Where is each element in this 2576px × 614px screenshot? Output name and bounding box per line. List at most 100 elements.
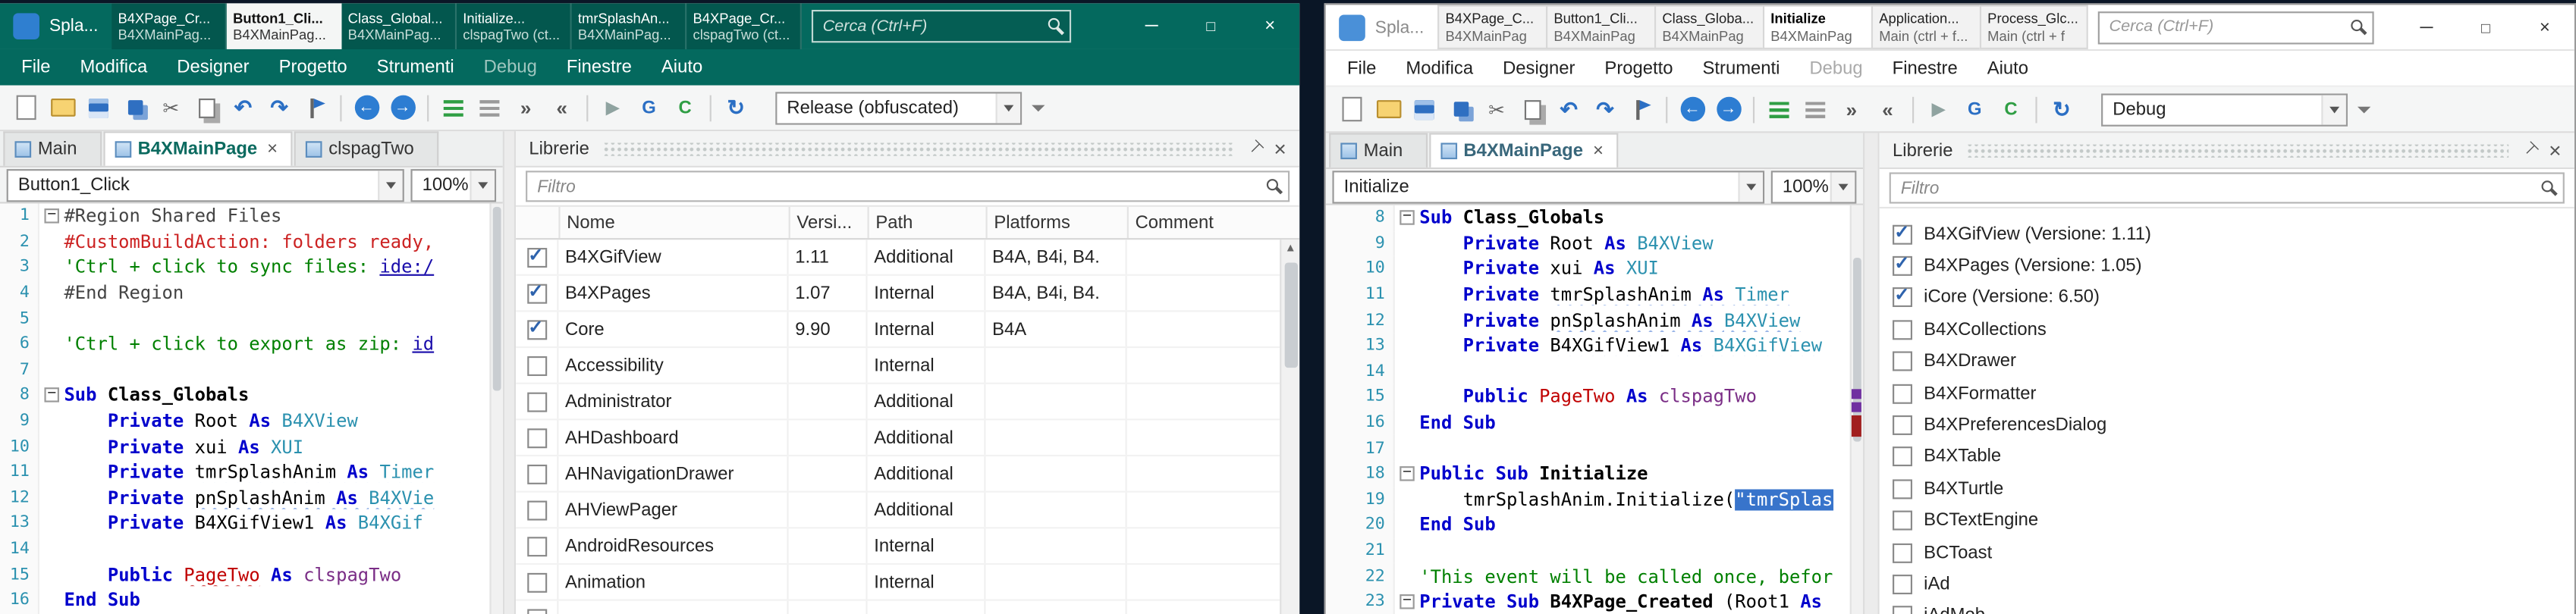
- library-checkbox[interactable]: [1893, 479, 1912, 499]
- bookmark-tab[interactable]: B4XPage_C... B4XMainPag: [1437, 5, 1546, 49]
- close-panel-icon[interactable]: ×: [1274, 138, 1286, 159]
- redo-icon[interactable]: [1588, 92, 1621, 125]
- scrollbar-thumb[interactable]: [493, 207, 501, 391]
- code-editor[interactable]: 1 #Region Shared Files 2 #CustomBuildAct…: [0, 204, 503, 614]
- menu-item[interactable]: Strumenti: [1688, 50, 1795, 86]
- library-checkbox[interactable]: [526, 392, 546, 412]
- undo-icon[interactable]: [227, 91, 259, 124]
- run-icon[interactable]: [1922, 92, 1955, 125]
- library-item[interactable]: B4XFormatter: [1893, 377, 2574, 409]
- library-row[interactable]: Accessibility Internal: [516, 348, 1280, 384]
- bookmark-icon[interactable]: [299, 91, 331, 124]
- menu-item[interactable]: File: [1332, 50, 1390, 86]
- library-row[interactable]: B4XGifView 1.11 Additional B4A, B4i, B4.: [516, 240, 1280, 276]
- close-tab-icon[interactable]: ×: [1593, 141, 1604, 161]
- library-checkbox[interactable]: [526, 319, 546, 339]
- library-item[interactable]: B4XTable: [1893, 441, 2574, 473]
- save-all-icon[interactable]: [118, 91, 151, 124]
- minimize-button[interactable]: ─: [2397, 5, 2456, 49]
- bookmark-tab[interactable]: Initialize B4XMainPag: [1762, 5, 1871, 49]
- column-header[interactable]: Platforms: [988, 207, 1129, 238]
- goto-sub-icon[interactable]: [633, 91, 665, 124]
- members-icon[interactable]: [1994, 92, 2027, 125]
- bookmark-tab[interactable]: Button1_Cli... B4XMainPag: [1546, 5, 1654, 49]
- menu-item[interactable]: Modifica: [65, 49, 162, 86]
- rebuild-icon[interactable]: [720, 91, 752, 124]
- run-icon[interactable]: [596, 91, 629, 124]
- close-button[interactable]: ×: [1240, 3, 1299, 49]
- library-row[interactable]: B4XPages 1.07 Internal B4A, B4i, B4.: [516, 276, 1280, 312]
- library-row[interactable]: AHViewPager Additional: [516, 493, 1280, 529]
- menu-item[interactable]: File: [7, 49, 65, 86]
- document-tab[interactable]: Main: [1329, 133, 1428, 167]
- uncomment-icon[interactable]: [1799, 92, 1832, 125]
- pin-icon[interactable]: ⊤: [2518, 139, 2540, 161]
- toolbar-overflow-icon[interactable]: [2348, 92, 2380, 125]
- cut-icon[interactable]: [155, 91, 187, 124]
- library-row[interactable]: AHNavigationDrawer Additional: [516, 456, 1280, 493]
- close-panel-icon[interactable]: ×: [2549, 139, 2561, 161]
- new-file-icon[interactable]: [10, 91, 42, 124]
- library-checkbox[interactable]: [526, 572, 546, 592]
- search-input[interactable]: [2097, 11, 2373, 44]
- zoom-combo[interactable]: 100%: [1771, 170, 1857, 202]
- code-editor[interactable]: 8 Sub Class_Globals 9 Private Root As B4…: [1326, 205, 1863, 614]
- library-row[interactable]: Animation Internal: [516, 565, 1280, 601]
- library-item[interactable]: B4XPages (Versione: 1.05): [1893, 250, 2574, 282]
- library-checkbox[interactable]: [1893, 415, 1912, 435]
- bookmark-tab[interactable]: Initialize... clspagTwo (ct...: [457, 3, 572, 49]
- zoom-combo[interactable]: 100%: [410, 168, 496, 201]
- indent-icon[interactable]: [509, 91, 542, 124]
- members-icon[interactable]: [668, 91, 701, 124]
- library-checkbox[interactable]: [1893, 224, 1912, 244]
- maximize-button[interactable]: □: [1181, 3, 1240, 49]
- menu-item[interactable]: Aiuto: [646, 49, 717, 86]
- outdent-icon[interactable]: [1871, 92, 1904, 125]
- nav-forward-icon[interactable]: [386, 91, 419, 124]
- scrollbar-thumb[interactable]: [1284, 263, 1297, 368]
- menu-item[interactable]: Finestre: [551, 49, 646, 86]
- save-all-icon[interactable]: [1444, 92, 1477, 125]
- library-item[interactable]: BCTextEngine: [1893, 505, 2574, 537]
- save-icon[interactable]: [82, 91, 115, 124]
- procedure-combo[interactable]: Initialize: [1332, 170, 1764, 202]
- menu-item[interactable]: Finestre: [1877, 50, 1972, 86]
- open-folder-icon[interactable]: [1371, 92, 1404, 125]
- copy-icon[interactable]: [1516, 92, 1549, 125]
- library-checkbox[interactable]: [1893, 543, 1912, 562]
- build-configuration-combo[interactable]: Release (obfuscated): [775, 91, 1022, 124]
- indent-icon[interactable]: [1835, 92, 1868, 125]
- save-icon[interactable]: [1408, 92, 1440, 125]
- rebuild-icon[interactable]: [2045, 92, 2078, 125]
- library-item[interactable]: iAd: [1893, 569, 2574, 600]
- bookmark-tab[interactable]: Class_Globa... B4XMainPag: [1654, 5, 1763, 49]
- library-checkbox[interactable]: [526, 500, 546, 519]
- cut-icon[interactable]: [1480, 92, 1513, 125]
- panel-splitter[interactable]: [1863, 133, 1880, 614]
- close-button[interactable]: ×: [2515, 5, 2574, 49]
- new-file-icon[interactable]: [1336, 92, 1368, 125]
- library-checkbox[interactable]: [1893, 256, 1912, 276]
- scroll-up-icon[interactable]: ▲: [1285, 240, 1296, 259]
- maximize-button[interactable]: □: [2456, 5, 2515, 49]
- fold-icon[interactable]: [1400, 211, 1414, 225]
- fold-icon[interactable]: [44, 388, 58, 403]
- build-configuration-combo[interactable]: Debug: [2101, 92, 2348, 125]
- procedure-combo[interactable]: Button1_Click: [7, 168, 404, 201]
- bookmark-tab[interactable]: Process_Glc... Main (ctrl + f: [1979, 5, 2088, 49]
- copy-icon[interactable]: [190, 91, 223, 124]
- close-tab-icon[interactable]: ×: [267, 139, 278, 159]
- library-checkbox[interactable]: [526, 428, 546, 447]
- menu-item[interactable]: Debug: [1795, 50, 1877, 86]
- uncomment-icon[interactable]: [473, 91, 506, 124]
- document-tab[interactable]: clspagTwo: [294, 131, 439, 165]
- document-tab[interactable]: B4XMainPage ×: [1429, 133, 1618, 167]
- bookmark-tab[interactable]: B4XPage_Cr... B4XMainPag...: [112, 3, 227, 49]
- comment-icon[interactable]: [1763, 92, 1795, 125]
- library-checkbox[interactable]: [1893, 320, 1912, 340]
- library-item[interactable]: iCore (Versione: 6.50): [1893, 282, 2574, 314]
- library-item[interactable]: iAdMob: [1893, 600, 2574, 614]
- library-checkbox[interactable]: [1893, 606, 1912, 614]
- filter-input[interactable]: [526, 171, 1290, 202]
- minimize-button[interactable]: ─: [1122, 3, 1181, 49]
